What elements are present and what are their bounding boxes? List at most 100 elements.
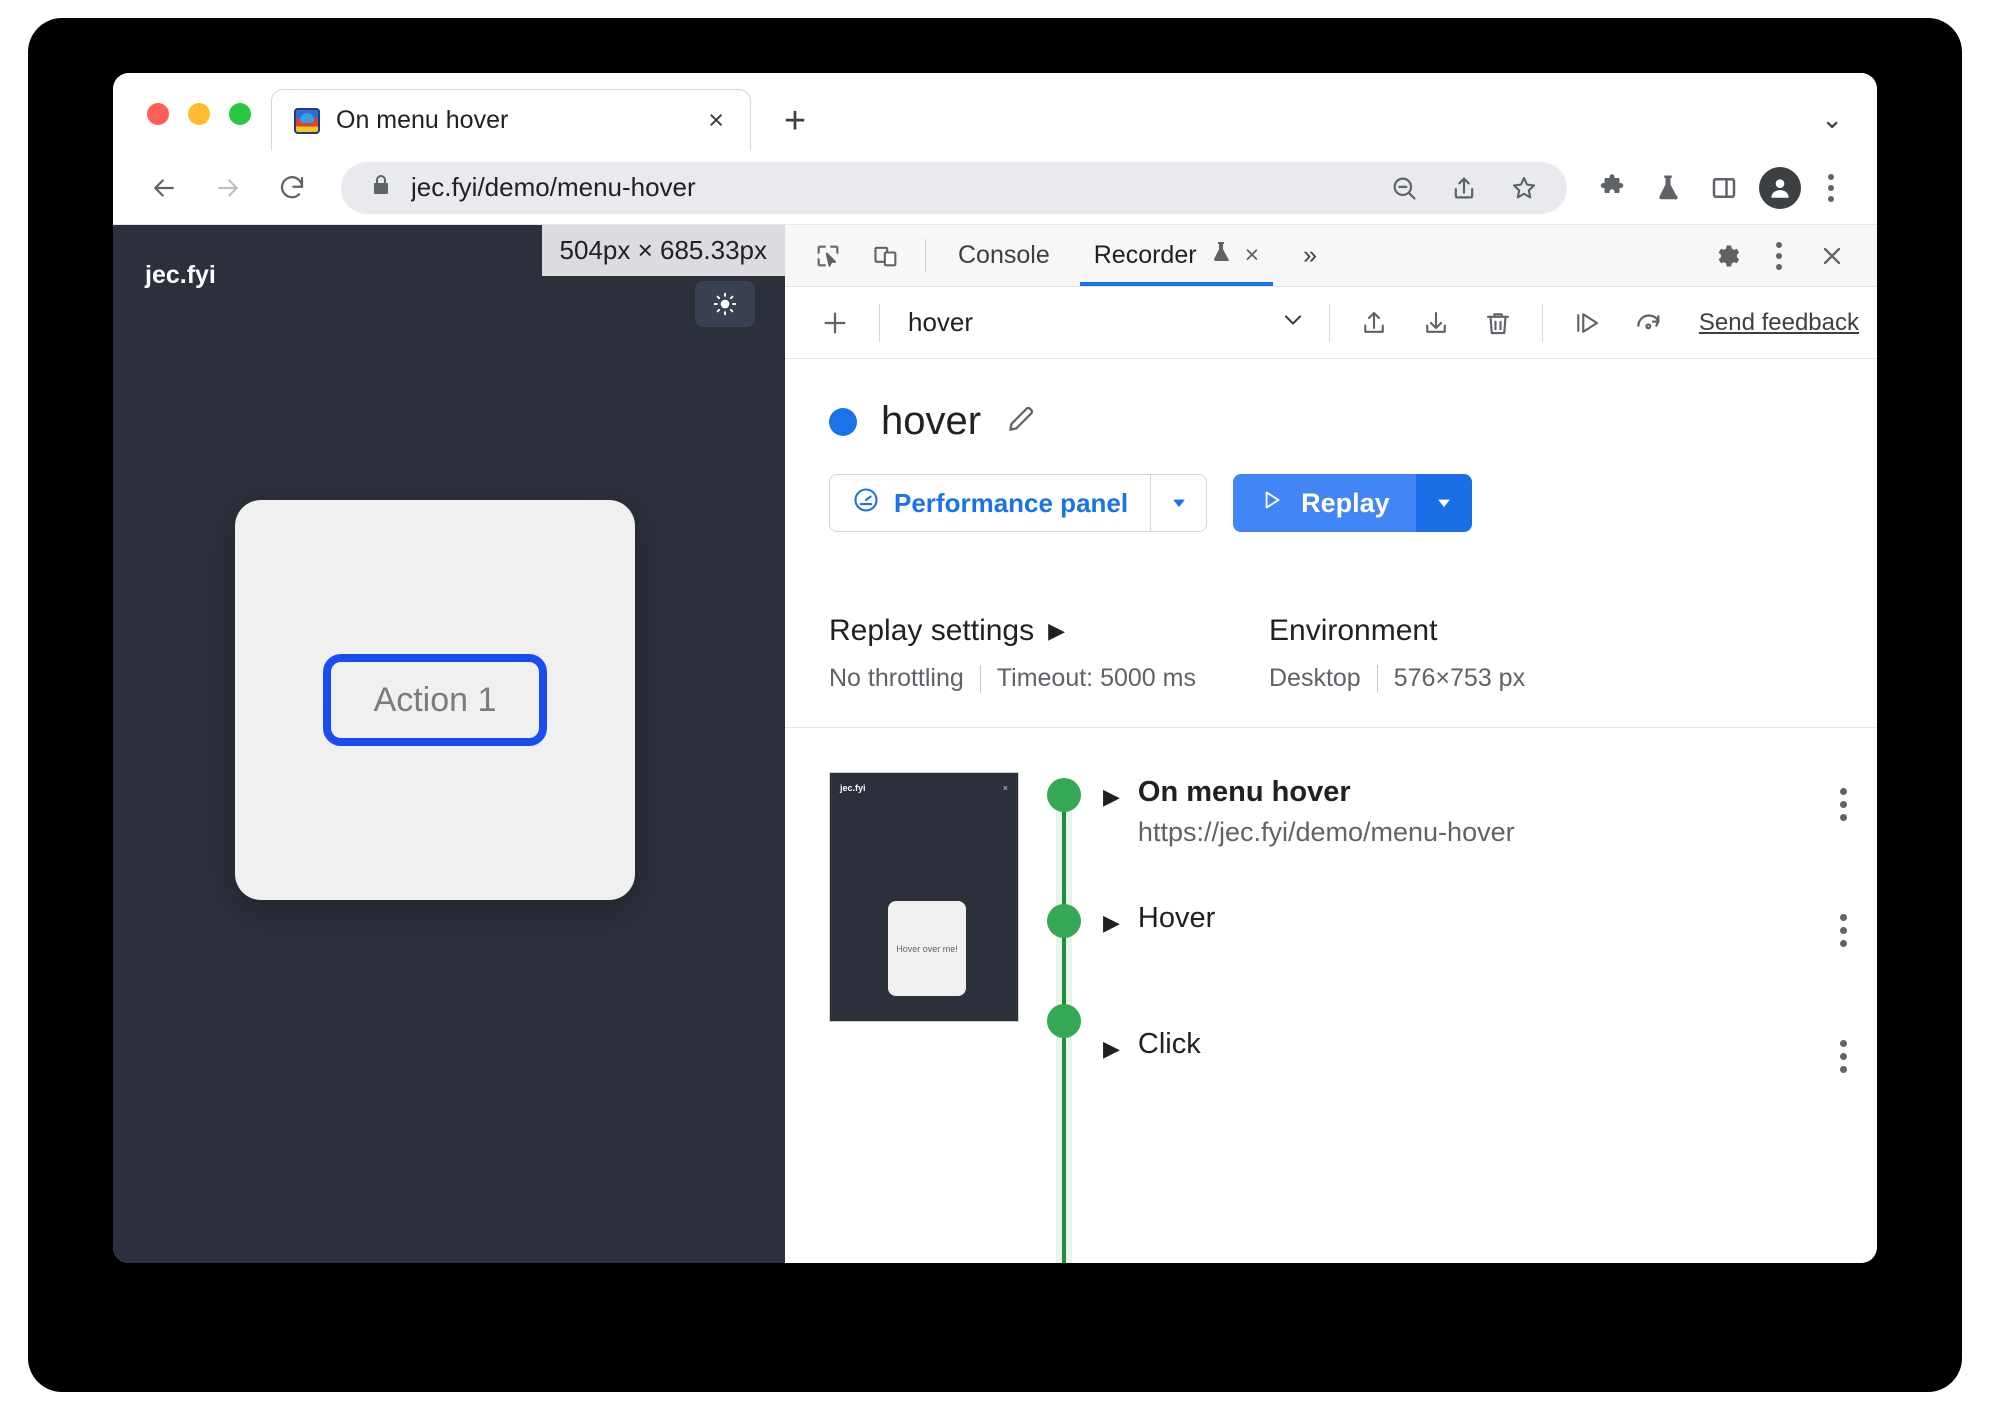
tab-console[interactable]: Console <box>936 225 1072 286</box>
side-panel-icon[interactable] <box>1699 163 1749 213</box>
divider <box>979 664 981 693</box>
omnibox-actions <box>1379 163 1557 213</box>
device-toolbar-icon[interactable] <box>857 225 915 286</box>
thumbnail-brand: jec.fyi <box>840 783 866 793</box>
viewport-size-badge: 504px × 685.33px <box>541 225 785 276</box>
steps-section: jec.fyi × Hover over me! ▶ On menu hover… <box>785 728 1877 1263</box>
browser-window: On menu hover × + ⌄ jec.fyi/demo/menu-ho… <box>113 73 1877 1263</box>
replay-settings-toggle[interactable]: Replay settings ▶ <box>829 614 1269 648</box>
send-feedback-link[interactable]: Send feedback <box>1699 309 1859 337</box>
tab-console-label: Console <box>958 241 1050 269</box>
divider <box>925 239 926 272</box>
browser-tab[interactable]: On menu hover × <box>271 89 751 151</box>
site-favicon-icon <box>294 107 320 134</box>
step-replay-icon[interactable] <box>1559 295 1615 351</box>
more-tabs-label: » <box>1303 241 1318 269</box>
replay-again-icon[interactable] <box>1621 295 1677 351</box>
replay-settings-section: Replay settings ▶ No throttling Timeout:… <box>829 614 1269 693</box>
flask-icon[interactable] <box>1643 163 1693 213</box>
page-brand: jec.fyi <box>145 261 216 289</box>
close-window-button[interactable] <box>147 103 169 125</box>
step-row[interactable]: ▶ Hover <box>1103 888 1847 1014</box>
action-1-button[interactable]: Action 1 <box>323 654 547 746</box>
divider <box>1328 303 1330 342</box>
replay-button-main[interactable]: Replay <box>1233 474 1416 532</box>
avatar[interactable] <box>1755 163 1805 213</box>
tab-recorder-label: Recorder <box>1093 241 1197 269</box>
export-icon[interactable] <box>1346 295 1402 351</box>
recording-status-dot <box>829 407 857 436</box>
add-recording-button[interactable] <box>807 295 863 351</box>
replay-settings-label: Replay settings <box>829 614 1035 647</box>
recording-actions: Performance panel Replay <box>829 444 1877 532</box>
throttling-value: No throttling <box>829 664 964 692</box>
inspect-cursor-icon[interactable] <box>799 225 857 286</box>
step-title: On menu hover <box>1137 776 1351 808</box>
recording-thumbnail: jec.fyi × Hover over me! <box>829 772 1019 1022</box>
share-icon[interactable] <box>1439 163 1489 213</box>
step-menu-icon[interactable] <box>1840 776 1847 821</box>
avatar-icon <box>1759 166 1801 209</box>
step-title: Hover <box>1137 902 1216 934</box>
performance-panel-caret-icon[interactable] <box>1150 475 1206 531</box>
traffic-lights <box>113 103 251 151</box>
trash-icon[interactable] <box>1470 295 1526 351</box>
thumbnail-close-icon: × <box>1002 783 1008 793</box>
step-body: Hover <box>1138 902 1822 935</box>
performance-panel-button[interactable]: Performance panel <box>829 474 1208 532</box>
devtools-tab-actions <box>1672 225 1877 286</box>
performance-panel-main[interactable]: Performance panel <box>830 475 1150 531</box>
environment-viewport: 576×753 px <box>1393 664 1526 692</box>
tab-recorder-close-icon[interactable]: × <box>1245 241 1260 270</box>
devtools-tab-bar: Console Recorder × » <box>785 225 1877 287</box>
tab-recorder[interactable]: Recorder × <box>1072 225 1281 286</box>
lock-icon <box>369 173 393 202</box>
step-expand-caret-icon[interactable]: ▶ <box>1103 902 1120 936</box>
recording-selector[interactable]: hover <box>896 306 1313 339</box>
step-expand-caret-icon[interactable]: ▶ <box>1103 776 1120 810</box>
more-tabs-button[interactable]: » <box>1281 225 1339 286</box>
replay-settings-values: No throttling Timeout: 5000 ms <box>829 664 1269 693</box>
step-url: https://jec.fyi/demo/menu-hover <box>1137 817 1515 847</box>
maximize-window-button[interactable] <box>229 103 251 125</box>
timeline-dot <box>1047 904 1081 938</box>
new-tab-button[interactable]: + <box>767 95 823 147</box>
replay-button-caret-icon[interactable] <box>1415 474 1472 532</box>
chevron-down-icon[interactable] <box>1279 306 1313 339</box>
star-icon[interactable] <box>1499 163 1549 213</box>
back-button[interactable] <box>135 159 193 217</box>
pencil-icon[interactable] <box>1005 403 1037 440</box>
replay-button[interactable]: Replay <box>1233 474 1472 532</box>
devtools-menu-icon[interactable] <box>1759 241 1799 270</box>
forward-button[interactable] <box>199 159 257 217</box>
browser-menu-icon[interactable] <box>1811 173 1851 202</box>
settings-row: Replay settings ▶ No throttling Timeout:… <box>785 568 1877 728</box>
step-body: On menu hover https://jec.fyi/demo/menu-… <box>1138 776 1822 848</box>
page-viewport: jec.fyi 504px × 685.33px Action 1 <box>113 225 785 1263</box>
import-icon[interactable] <box>1408 295 1464 351</box>
address-bar[interactable]: jec.fyi/demo/menu-hover <box>341 161 1567 214</box>
step-menu-icon[interactable] <box>1840 1028 1847 1073</box>
play-icon <box>1259 487 1285 520</box>
environment-section: Environment Desktop 576×753 px <box>1269 614 1525 693</box>
zoom-out-icon[interactable] <box>1379 163 1429 213</box>
divider <box>879 303 880 342</box>
tab-close-icon[interactable]: × <box>700 103 732 138</box>
step-row[interactable]: ▶ On menu hover https://jec.fyi/demo/men… <box>1103 762 1847 888</box>
extensions-icon[interactable] <box>1587 163 1637 213</box>
devtools-panel: Console Recorder × » hover Send feedback… <box>785 225 1877 1263</box>
theme-toggle-button[interactable] <box>695 281 755 327</box>
tab-list-chevron-icon[interactable]: ⌄ <box>1821 104 1843 135</box>
flask-icon <box>1209 240 1233 271</box>
step-expand-caret-icon[interactable]: ▶ <box>1103 1028 1120 1062</box>
thumbnail-card-text: Hover over me! <box>888 901 966 996</box>
environment-values: Desktop 576×753 px <box>1269 664 1525 693</box>
gear-icon[interactable] <box>1697 242 1755 270</box>
step-menu-icon[interactable] <box>1840 902 1847 947</box>
step-row[interactable]: ▶ Click <box>1103 1014 1847 1140</box>
minimize-window-button[interactable] <box>188 103 210 125</box>
demo-card: Action 1 <box>235 500 635 900</box>
reload-button[interactable] <box>263 159 321 217</box>
close-icon[interactable] <box>1803 242 1861 270</box>
recording-title-row: hover <box>829 399 1877 444</box>
